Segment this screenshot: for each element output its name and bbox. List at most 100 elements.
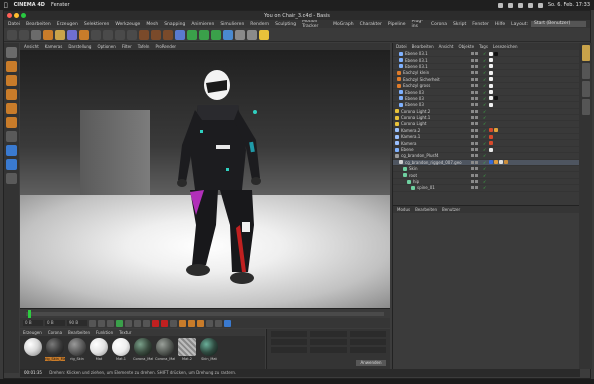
visibility-toggles[interactable] — [471, 180, 478, 183]
vp-menu-ansicht[interactable]: Ansicht — [24, 44, 39, 49]
redo-icon[interactable] — [19, 29, 29, 40]
tag-icon[interactable] — [489, 83, 493, 88]
points-mode-icon[interactable] — [6, 89, 17, 100]
undo-icon[interactable] — [7, 29, 17, 40]
visibility-toggles[interactable] — [471, 84, 478, 88]
tag-icon[interactable] — [489, 147, 493, 152]
timeline-options-icon[interactable] — [224, 319, 231, 327]
visibility-toggles[interactable] — [471, 141, 478, 145]
scale-icon[interactable] — [55, 29, 65, 40]
tag-icon[interactable] — [489, 90, 493, 95]
enabled-check-icon[interactable]: ✓ — [483, 115, 486, 120]
visibility-toggles[interactable] — [471, 109, 478, 113]
axis-mode-icon[interactable] — [6, 131, 17, 142]
menu-werkzeuge[interactable]: Werkzeuge — [115, 22, 140, 27]
om-menu-objekte[interactable]: Objekte — [458, 44, 474, 49]
floor-icon[interactable] — [235, 29, 245, 40]
snap-icon[interactable] — [6, 145, 17, 156]
tab-layers[interactable] — [581, 99, 590, 115]
tab-content-browser[interactable] — [581, 81, 590, 97]
vp-menu-darstellung[interactable]: Darstellung — [68, 44, 91, 49]
menu-plugins[interactable]: Plug-ins — [412, 19, 425, 29]
menu-sculpting[interactable]: Sculpting — [275, 22, 296, 27]
tab-objects[interactable] — [581, 45, 590, 61]
axis-y-icon[interactable] — [103, 29, 113, 40]
coord-field[interactable] — [310, 339, 347, 345]
enabled-check-icon[interactable]: ✓ — [483, 179, 486, 184]
tag-icon[interactable] — [489, 51, 493, 56]
coord-field[interactable] — [310, 331, 347, 337]
enabled-check-icon[interactable]: ✓ — [483, 141, 486, 146]
visibility-toggles[interactable] — [471, 52, 478, 56]
tag-icon[interactable] — [489, 141, 493, 146]
vp-menu-filter[interactable]: Filter — [122, 44, 132, 49]
tag-icon[interactable] — [489, 128, 493, 133]
vp-menu-optionen[interactable]: Optionen — [97, 44, 115, 49]
om-menu-tags[interactable]: Tags — [479, 44, 488, 49]
material-item[interactable]: rig_Skin — [67, 338, 87, 361]
polygons-mode-icon[interactable] — [6, 117, 17, 128]
menu-mesh[interactable]: Mesh — [146, 22, 158, 27]
menu-erzeugen[interactable]: Erzeugen — [57, 22, 78, 27]
menu-hilfe[interactable]: Hilfe — [495, 22, 505, 27]
mm-menu-bearbeiten[interactable]: Bearbeiten — [68, 330, 90, 335]
app-menu[interactable]: CINEMA 4D — [14, 2, 45, 8]
tag-icon[interactable] — [489, 58, 493, 63]
axis-x-icon[interactable] — [91, 29, 101, 40]
workplane-icon[interactable] — [6, 159, 17, 170]
visibility-toggles[interactable] — [471, 77, 478, 81]
mm-menu-corona[interactable]: Corona — [48, 330, 62, 335]
menu-item-fenster[interactable]: Fenster — [51, 2, 70, 8]
visibility-toggles[interactable] — [471, 116, 478, 120]
axis-z-icon[interactable] — [115, 29, 125, 40]
select-icon[interactable] — [31, 29, 41, 40]
material-item[interactable]: rig_Skin_Mat — [45, 338, 65, 361]
tag-icon[interactable] — [494, 128, 498, 133]
character-figure[interactable] — [20, 50, 390, 308]
key-param-icon[interactable] — [206, 319, 213, 327]
am-menu-benutzer[interactable]: Benutzer — [442, 207, 460, 212]
om-menu-lesezeichen[interactable]: Lesezeichen — [493, 44, 518, 49]
camera-icon[interactable] — [247, 29, 257, 40]
prev-frame-icon[interactable] — [107, 319, 114, 327]
visibility-toggles[interactable] — [471, 64, 478, 68]
menu-motion-tracker[interactable]: Motion Tracker — [302, 19, 327, 29]
material-item[interactable]: Mat.2 — [177, 338, 197, 361]
enabled-check-icon[interactable]: ✓ — [483, 102, 486, 107]
material-item[interactable]: Mat — [89, 338, 109, 361]
texture-mode-icon[interactable] — [6, 75, 17, 86]
enabled-check-icon[interactable]: ✓ — [483, 134, 486, 139]
next-key-icon[interactable] — [134, 319, 141, 327]
visibility-toggles[interactable] — [471, 96, 478, 100]
subdivision-icon[interactable] — [199, 29, 209, 40]
visibility-toggles[interactable] — [471, 58, 478, 62]
go-to-start-icon[interactable] — [89, 319, 96, 327]
visibility-toggles[interactable] — [471, 71, 478, 75]
tag-icon[interactable] — [494, 51, 498, 56]
tag-icon[interactable] — [494, 96, 498, 101]
enabled-check-icon[interactable]: ✓ — [483, 109, 486, 114]
enabled-check-icon[interactable]: ✓ — [483, 51, 486, 56]
prev-key-icon[interactable] — [98, 319, 105, 327]
vp-menu-tafeln[interactable]: Tafeln — [138, 44, 150, 49]
coord-field[interactable] — [349, 331, 386, 337]
tag-icon[interactable] — [499, 160, 503, 165]
enabled-check-icon[interactable]: ✓ — [483, 160, 486, 165]
apple-icon[interactable]:  — [4, 2, 8, 9]
autokey-icon[interactable] — [161, 319, 168, 327]
layout-select[interactable]: Start (Benutzer) — [531, 21, 586, 27]
enabled-check-icon[interactable]: ✓ — [483, 83, 486, 88]
tag-icon[interactable] — [489, 160, 493, 165]
menu-pipeline[interactable]: Pipeline — [388, 22, 406, 27]
play-icon[interactable] — [116, 319, 123, 327]
frame-start-field[interactable]: 0 B — [23, 320, 43, 326]
menu-charakter[interactable]: Charakter — [360, 22, 382, 27]
visibility-toggles[interactable] — [471, 160, 478, 164]
apply-button[interactable]: Anwenden — [356, 360, 386, 366]
timeline[interactable] — [20, 308, 390, 318]
vp-menu-kameras[interactable]: Kameras — [45, 44, 63, 49]
model-mode-icon[interactable] — [6, 61, 17, 72]
visibility-toggles[interactable] — [471, 122, 478, 126]
next-frame-icon[interactable] — [125, 319, 132, 327]
rotate-icon[interactable] — [67, 29, 77, 40]
